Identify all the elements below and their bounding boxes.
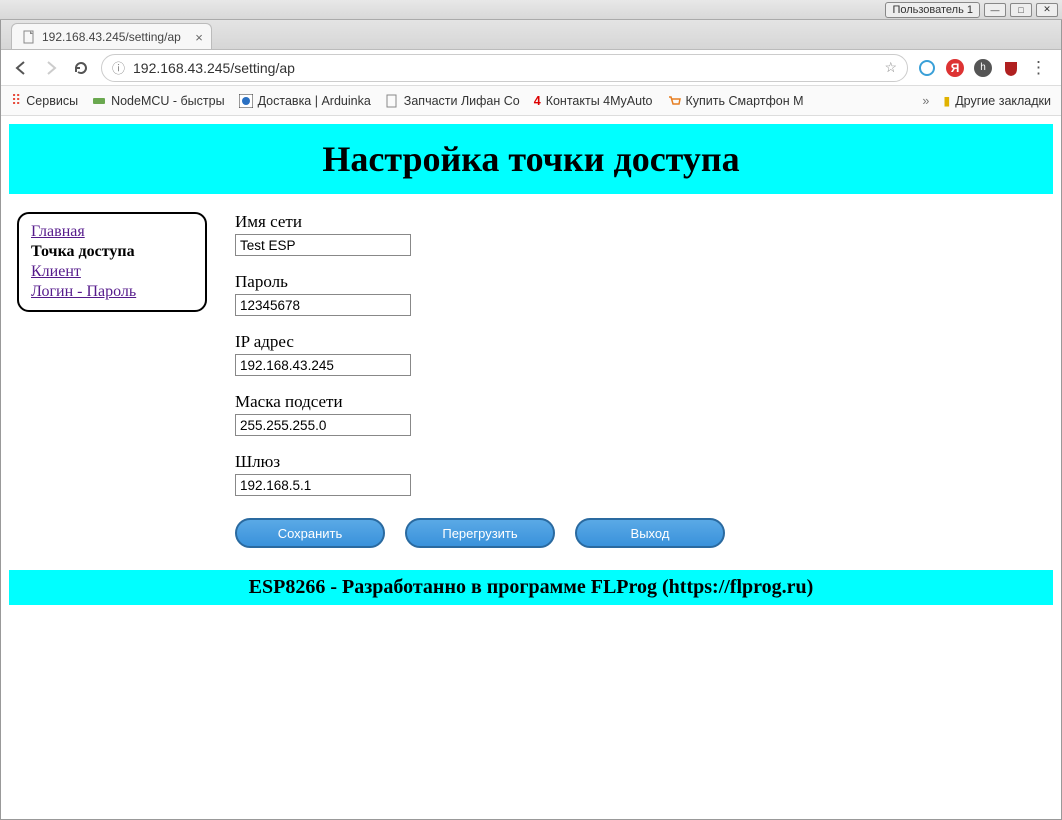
ssid-label: Имя сети: [235, 212, 725, 232]
bookmark-label: Купить Смартфон М: [686, 94, 804, 108]
nav-login[interactable]: Логин - Пароль: [31, 282, 193, 302]
bookmark-item[interactable]: Запчасти Лифан Со: [385, 94, 520, 108]
footer-text: ESP8266 - Разработанно в программе FLPro…: [249, 576, 814, 598]
back-button[interactable]: [11, 58, 31, 78]
nav-ap: Точка доступа: [31, 243, 135, 260]
arduinka-icon: [239, 94, 253, 108]
gateway-input[interactable]: [235, 474, 411, 496]
bookmark-label: NodeMCU - быстры: [111, 94, 225, 108]
browser-tab[interactable]: 192.168.43.245/setting/ap ×: [11, 23, 212, 49]
file-icon: [385, 94, 399, 108]
nav-home[interactable]: Главная: [31, 222, 193, 242]
browser-window: 192.168.43.245/setting/ap × ⓘ 192.168.43…: [0, 20, 1062, 820]
password-label: Пароль: [235, 272, 725, 292]
bookmark-label: Контакты 4MyAuto: [546, 94, 653, 108]
apps-icon: ⠿: [11, 92, 21, 109]
page-viewport: Настройка точки доступа Главная Точка до…: [1, 116, 1061, 819]
reload-page-button[interactable]: Перегрузить: [405, 518, 555, 548]
bookmark-label: Доставка | Arduinka: [258, 94, 371, 108]
exit-button[interactable]: Выход: [575, 518, 725, 548]
close-icon[interactable]: ×: [195, 30, 203, 45]
extension-icon-3[interactable]: h: [974, 59, 992, 77]
bookmark-other[interactable]: ▮ Другие закладки: [943, 93, 1051, 108]
star-icon[interactable]: ☆: [884, 59, 897, 76]
extension-icon-1[interactable]: [918, 59, 936, 77]
bookmark-item[interactable]: Доставка | Arduinka: [239, 94, 371, 108]
window-close-button[interactable]: ✕: [1036, 3, 1058, 17]
reload-button[interactable]: [71, 58, 91, 78]
nodemcu-icon: [92, 94, 106, 108]
bookmark-item[interactable]: NodeMCU - быстры: [92, 94, 225, 108]
bookmark-apps-label: Сервисы: [26, 94, 78, 108]
ip-input[interactable]: [235, 354, 411, 376]
bookmark-item[interactable]: 4 Контакты 4MyAuto: [534, 94, 653, 108]
file-icon: [22, 30, 36, 44]
ip-label: IP адрес: [235, 332, 725, 352]
folder-icon: ▮: [943, 93, 950, 108]
gateway-label: Шлюз: [235, 452, 725, 472]
four-icon: 4: [534, 94, 541, 108]
bookmark-apps[interactable]: ⠿ Сервисы: [11, 92, 78, 109]
side-nav: Главная Точка доступа Клиент Логин - Пар…: [17, 212, 207, 312]
ublock-icon[interactable]: [1002, 59, 1020, 77]
window-maximize-button[interactable]: □: [1010, 3, 1032, 17]
form-area: Имя сети Пароль IP адрес Маска подсети Ш…: [235, 212, 725, 548]
cart-icon: [667, 94, 681, 108]
bookmark-label: Запчасти Лифан Со: [404, 94, 520, 108]
mask-label: Маска подсети: [235, 392, 725, 412]
bookmark-other-label: Другие закладки: [955, 94, 1051, 108]
page-title: Настройка точки доступа: [9, 138, 1053, 180]
ssid-input[interactable]: [235, 234, 411, 256]
url-text: 192.168.43.245/setting/ap: [133, 60, 876, 76]
page-header: Настройка точки доступа: [9, 124, 1053, 194]
nav-client[interactable]: Клиент: [31, 262, 193, 282]
nav-toolbar: ⓘ 192.168.43.245/setting/ap ☆ Я h ⋮: [1, 50, 1061, 86]
forward-button[interactable]: [41, 58, 61, 78]
save-button[interactable]: Сохранить: [235, 518, 385, 548]
extension-area: Я h ⋮: [918, 58, 1051, 78]
url-bar[interactable]: ⓘ 192.168.43.245/setting/ap ☆: [101, 54, 908, 82]
mask-input[interactable]: [235, 414, 411, 436]
bookmark-item[interactable]: Купить Смартфон М: [667, 94, 804, 108]
tab-strip: 192.168.43.245/setting/ap ×: [1, 20, 1061, 50]
window-minimize-button[interactable]: —: [984, 3, 1006, 17]
info-icon[interactable]: ⓘ: [112, 58, 125, 77]
page-footer: ESP8266 - Разработанно в программе FLPro…: [9, 570, 1053, 605]
extension-icon-2[interactable]: Я: [946, 59, 964, 77]
password-input[interactable]: [235, 294, 411, 316]
tab-title: 192.168.43.245/setting/ap: [42, 30, 181, 44]
os-titlebar: Пользователь 1 — □ ✕: [0, 0, 1062, 20]
menu-icon[interactable]: ⋮: [1030, 58, 1047, 78]
os-user-button[interactable]: Пользователь 1: [885, 2, 980, 18]
chevron-right-icon[interactable]: »: [922, 94, 929, 108]
bookmarks-bar: ⠿ Сервисы NodeMCU - быстры Доставка | Ar…: [1, 86, 1061, 116]
